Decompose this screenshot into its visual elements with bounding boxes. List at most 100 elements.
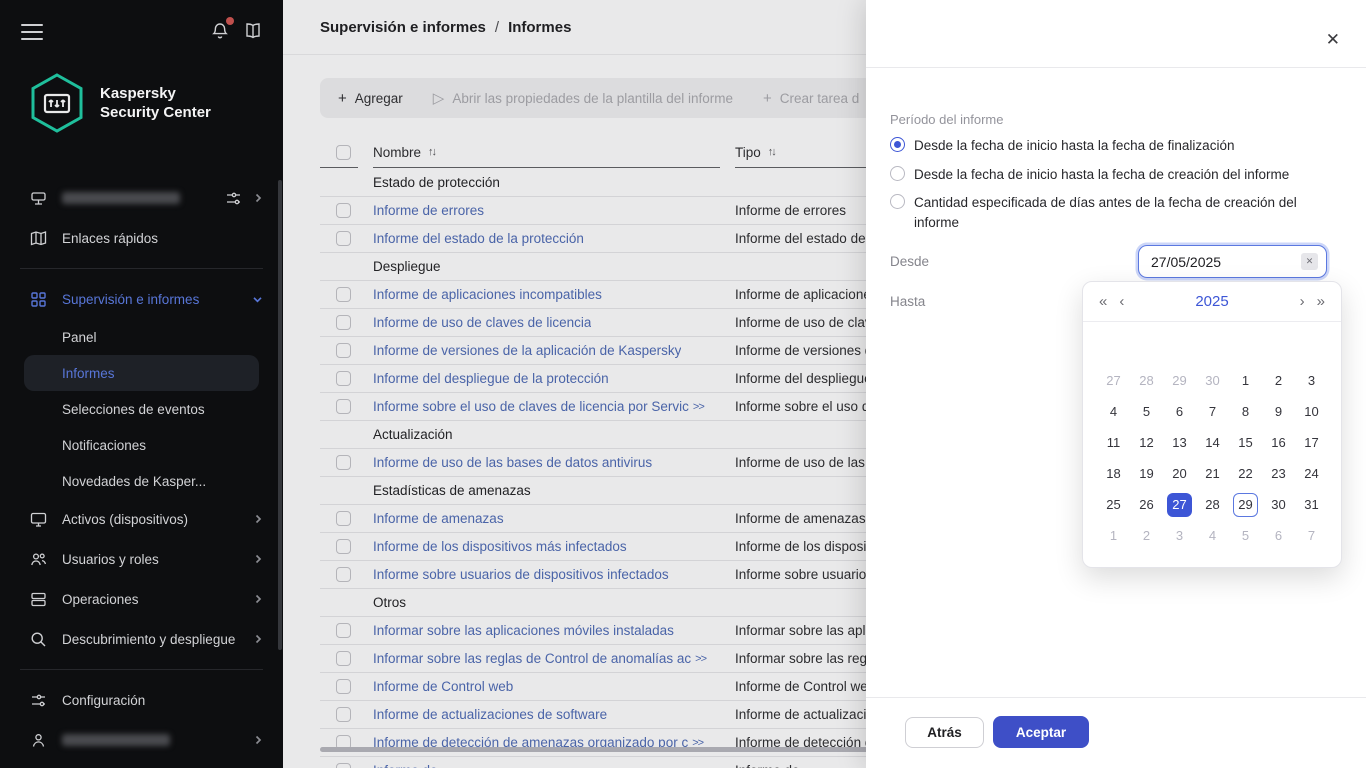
- expand-text-icon[interactable]: >>: [693, 401, 704, 413]
- sidebar-item-panel[interactable]: Panel: [0, 319, 283, 355]
- calendar-day[interactable]: 22: [1229, 458, 1262, 489]
- report-name-link[interactable]: Informe del despliegue de la protección: [373, 371, 609, 386]
- calendar-day[interactable]: 18: [1097, 458, 1130, 489]
- calendar-day[interactable]: 24: [1295, 458, 1328, 489]
- sidebar-item-usuarios-y-roles[interactable]: Usuarios y roles: [0, 539, 283, 579]
- next-year-button[interactable]: »: [1317, 293, 1325, 310]
- calendar-day[interactable]: 30: [1262, 489, 1295, 520]
- calendar-day[interactable]: 12: [1130, 427, 1163, 458]
- sidebar-item-server[interactable]: [0, 178, 283, 218]
- sidebar-item-enlaces-rapidos[interactable]: Enlaces rápidos: [0, 218, 283, 258]
- calendar-day[interactable]: 6: [1262, 520, 1295, 551]
- sort-icon[interactable]: ↑↓: [428, 146, 435, 158]
- calendar-day[interactable]: 2: [1262, 365, 1295, 396]
- calendar-day[interactable]: 4: [1196, 520, 1229, 551]
- row-checkbox[interactable]: [336, 203, 351, 218]
- report-name-link[interactable]: Informe de uso de claves de licencia: [373, 315, 591, 330]
- row-checkbox[interactable]: [336, 763, 351, 768]
- row-checkbox[interactable]: [336, 511, 351, 526]
- report-name-link[interactable]: Informe de Control web: [373, 679, 513, 694]
- period-radio-option[interactable]: Desde la fecha de inicio hasta la fecha …: [890, 165, 1310, 185]
- row-checkbox[interactable]: [336, 343, 351, 358]
- calendar-day[interactable]: 5: [1229, 520, 1262, 551]
- sidebar-item-descubrimiento-y-despliegue[interactable]: Descubrimiento y despliegue: [0, 619, 283, 659]
- calendar-day[interactable]: 31: [1295, 489, 1328, 520]
- sidebar-item-activos-dispositivos[interactable]: Activos (dispositivos): [0, 499, 283, 539]
- sidebar-item-account[interactable]: [0, 720, 283, 760]
- radio-unselected-icon[interactable]: [890, 166, 905, 181]
- sidebar-item-novedades-de-kasper[interactable]: Novedades de Kasper...: [0, 463, 283, 499]
- calendar-day[interactable]: 16: [1262, 427, 1295, 458]
- row-checkbox[interactable]: [336, 231, 351, 246]
- calendar-day[interactable]: 6: [1163, 396, 1196, 427]
- sliders-icon[interactable]: [223, 188, 243, 208]
- row-checkbox[interactable]: [336, 455, 351, 470]
- calendar-day[interactable]: 7: [1295, 520, 1328, 551]
- calendar-day[interactable]: 1: [1229, 365, 1262, 396]
- calendar-day[interactable]: 14: [1196, 427, 1229, 458]
- calendar-day[interactable]: 19: [1130, 458, 1163, 489]
- sidebar-item-operaciones[interactable]: Operaciones: [0, 579, 283, 619]
- calendar-day[interactable]: 7: [1196, 396, 1229, 427]
- calendar-day[interactable]: 28: [1196, 489, 1229, 520]
- report-name-link[interactable]: Informe de amenazas: [373, 511, 504, 526]
- sidebar-item-notificaciones[interactable]: Notificaciones: [0, 427, 283, 463]
- sort-icon[interactable]: ↑↓: [768, 146, 775, 158]
- row-checkbox[interactable]: [336, 651, 351, 666]
- report-name-link[interactable]: Informe de los dispositivos más infectad…: [373, 539, 627, 554]
- calendar-day[interactable]: 9: [1262, 396, 1295, 427]
- calendar-day[interactable]: 27: [1097, 365, 1130, 396]
- prev-year-button[interactable]: «: [1099, 293, 1107, 310]
- report-name-link[interactable]: Informar sobre las reglas de Control de …: [373, 651, 691, 666]
- calendar-year-button[interactable]: 2025: [1124, 293, 1299, 310]
- period-radio-option[interactable]: Cantidad especificada de días antes de l…: [890, 193, 1310, 232]
- row-checkbox[interactable]: [336, 707, 351, 722]
- calendar-day[interactable]: 29: [1163, 365, 1196, 396]
- calendar-day[interactable]: 3: [1163, 520, 1196, 551]
- report-name-link[interactable]: Informe de actualizaciones de software: [373, 707, 607, 722]
- calendar-day[interactable]: 30: [1196, 365, 1229, 396]
- calendar-day[interactable]: 21: [1196, 458, 1229, 489]
- report-name-link[interactable]: Informe de: [373, 763, 438, 768]
- calendar-day[interactable]: 26: [1130, 489, 1163, 520]
- calendar-day[interactable]: 11: [1097, 427, 1130, 458]
- select-all-checkbox[interactable]: [336, 145, 351, 160]
- calendar-day-today[interactable]: 29: [1229, 489, 1262, 520]
- row-checkbox[interactable]: [336, 315, 351, 330]
- sidebar-item-selecciones-de-eventos[interactable]: Selecciones de eventos: [0, 391, 283, 427]
- report-name-link[interactable]: Informe del estado de la protección: [373, 231, 584, 246]
- notifications-bell-icon[interactable]: [210, 21, 230, 46]
- row-checkbox[interactable]: [336, 399, 351, 414]
- sidebar-scrollbar[interactable]: [278, 180, 282, 650]
- calendar-day[interactable]: 13: [1163, 427, 1196, 458]
- sidebar-item-configuracion[interactable]: Configuración: [0, 680, 283, 720]
- radio-unselected-icon[interactable]: [890, 194, 905, 209]
- help-book-icon[interactable]: [243, 22, 263, 45]
- calendar-day[interactable]: 25: [1097, 489, 1130, 520]
- report-name-link[interactable]: Informe de errores: [373, 203, 484, 218]
- calendar-day-selected[interactable]: 27: [1163, 489, 1196, 520]
- expand-text-icon[interactable]: >>: [695, 653, 706, 665]
- calendar-day[interactable]: 20: [1163, 458, 1196, 489]
- report-name-link[interactable]: Informe de uso de las bases de datos ant…: [373, 455, 652, 470]
- breadcrumb-parent[interactable]: Supervisión e informes: [320, 19, 486, 36]
- clear-date-icon[interactable]: ✕: [1301, 253, 1318, 270]
- sidebar-item-supervision-e-informes[interactable]: Supervisión e informes: [0, 279, 283, 319]
- calendar-day[interactable]: 28: [1130, 365, 1163, 396]
- report-name-link[interactable]: Informe sobre usuarios de dispositivos i…: [373, 567, 669, 582]
- calendar-day[interactable]: 8: [1229, 396, 1262, 427]
- report-name-link[interactable]: Informe sobre el uso de claves de licenc…: [373, 399, 689, 414]
- add-report-button[interactable]: + Agregar: [338, 90, 403, 107]
- calendar-day[interactable]: 17: [1295, 427, 1328, 458]
- row-checkbox[interactable]: [336, 371, 351, 386]
- calendar-day[interactable]: 23: [1262, 458, 1295, 489]
- close-icon[interactable]: ✕: [1326, 30, 1340, 50]
- back-button[interactable]: Atrás: [905, 717, 984, 748]
- app-logo[interactable]: Kaspersky Security Center: [28, 72, 211, 134]
- next-month-button[interactable]: ›: [1300, 293, 1305, 310]
- calendar-day[interactable]: 10: [1295, 396, 1328, 427]
- calendar-day[interactable]: 3: [1295, 365, 1328, 396]
- menu-icon[interactable]: [21, 24, 43, 45]
- radio-selected-icon[interactable]: [890, 137, 905, 152]
- period-radio-option[interactable]: Desde la fecha de inicio hasta la fecha …: [890, 136, 1310, 156]
